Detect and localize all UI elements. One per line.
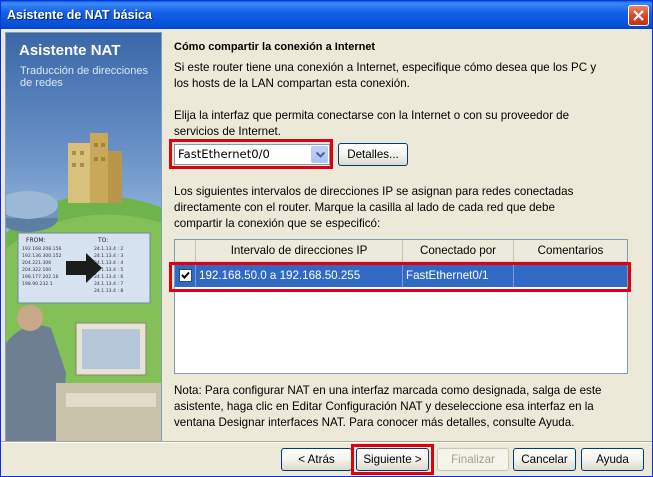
wizard-banner: Asistente NAT Traducción de direcciones … [5, 32, 162, 443]
table-row[interactable]: 192.168.50.0 a 192.168.50.255 FastEthern… [175, 265, 627, 287]
art-to-1: 24.1.13.4 : 2 [94, 246, 123, 252]
internet-interface-select[interactable]: FastEthernet0/0 [174, 144, 330, 165]
art-col-from: FROM: [26, 237, 46, 244]
chevron-down-icon[interactable] [311, 146, 328, 163]
header-comments[interactable]: Comentarios [514, 240, 627, 262]
note-text-line-2: asistente, haga clic en Editar Configura… [174, 400, 594, 413]
finish-button[interactable]: Finalizar [437, 448, 509, 471]
footer-divider [1, 441, 652, 443]
help-button[interactable]: Ayuda [581, 448, 644, 471]
details-button[interactable]: Detalles... [338, 143, 408, 166]
cancel-button[interactable]: Cancelar [513, 448, 576, 471]
window-title: Asistente de NAT básica [7, 8, 152, 22]
art-from-1: 192.168.208.156 [22, 246, 62, 252]
choose-text-line-2: servicios de Internet. [174, 125, 281, 138]
header-ip-range[interactable]: Intervalo de direcciones IP [196, 240, 403, 262]
ranges-text-line-1: Los siguientes intervalos de direcciones… [174, 185, 574, 198]
share-network-checkbox[interactable] [179, 269, 192, 282]
banner-title: Asistente NAT [19, 42, 121, 59]
note-text-line-3: ventana Designar interfaces NAT. Para co… [174, 416, 575, 429]
header-check-column[interactable] [175, 240, 196, 262]
art-col-to: TO: [97, 237, 108, 244]
internet-interface-value: FastEthernet0/0 [178, 147, 270, 161]
close-icon [633, 10, 644, 21]
art-from-5: 198.177.202.16 [22, 274, 59, 280]
art-to-6: 24.1.13.4 : 7 [94, 281, 123, 287]
art-to-7: 24.1.13.4 : 8 [94, 288, 123, 294]
intro-text-line-2: los hosts de la LAN compartan esta conex… [174, 77, 410, 90]
section-heading: Cómo compartir la conexión a Internet [174, 41, 376, 53]
banner-subtitle: Traducción de direcciones de redes [20, 65, 148, 89]
ranges-text-line-2: directamente con el router. Marque la ca… [174, 201, 555, 214]
art-from-3: 204.221.306 [22, 260, 51, 266]
ranges-text-line-3: compartir la conexión que se especificó: [174, 217, 381, 230]
art-to-2: 24.1.13.4 : 3 [94, 253, 123, 259]
intro-text-line-1: Si este router tiene una conexión a Inte… [174, 61, 597, 74]
row-comments [514, 265, 627, 287]
nat-wizard-window: Asistente de NAT básica Asistente NAT Tr… [0, 0, 653, 477]
choose-text-line-1: Elija la interfaz que permita conectarse… [174, 109, 570, 122]
art-from-4: 204.322.100 [22, 267, 51, 273]
close-button[interactable] [628, 5, 649, 26]
next-button[interactable]: Siguiente > [356, 448, 429, 471]
ip-ranges-table: Intervalo de direcciones IP Conectado po… [174, 239, 628, 374]
art-from-6: 198.90.232.1 [22, 281, 53, 287]
checkmark-icon [181, 271, 190, 279]
banner-illustration: FROM: TO: 192.168.208.156 24.1.13.4 : 2 1… [6, 133, 161, 442]
row-ip-range: 192.168.50.0 a 192.168.50.255 [196, 265, 403, 287]
title-bar: Asistente de NAT básica [1, 1, 652, 29]
header-connected-by[interactable]: Conectado por [403, 240, 514, 262]
table-header: Intervalo de direcciones IP Conectado po… [175, 240, 627, 262]
art-from-2: 192.136.300.152 [22, 253, 62, 259]
back-button[interactable]: < Atrás [281, 448, 352, 471]
note-text-line-1: Nota: Para configurar NAT en una interfa… [174, 384, 602, 397]
row-check-cell [175, 265, 196, 287]
row-connected-by: FastEthernet0/1 [403, 265, 514, 287]
art-to-5: 24.1.13.4 : 6 [94, 274, 123, 280]
